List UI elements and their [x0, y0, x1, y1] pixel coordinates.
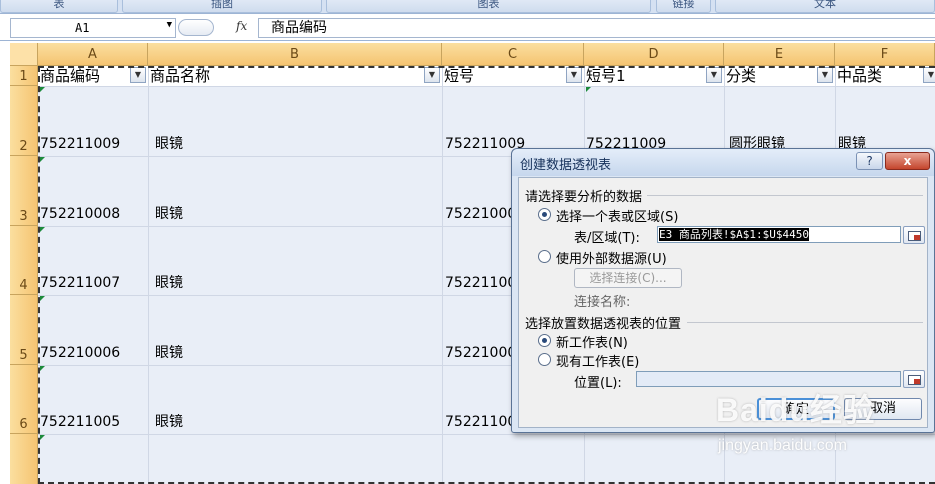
- error-indicator-icon: [40, 435, 45, 440]
- cell-e1[interactable]: 分类 ▼: [724, 66, 835, 86]
- chevron-down-icon[interactable]: ▼: [167, 20, 172, 30]
- cancel-button[interactable]: 取消: [844, 398, 922, 420]
- location-picker-icon[interactable]: [903, 370, 925, 388]
- range-input[interactable]: E3 商品列表!$A$1:$U$4450: [657, 226, 901, 243]
- select-all-corner[interactable]: [10, 43, 38, 66]
- cell-d1[interactable]: 短号1 ▼: [584, 66, 724, 86]
- formula-bar: A1 ▼ fx 商品编码: [0, 15, 935, 41]
- row-header-5[interactable]: 5: [10, 295, 38, 365]
- cell-b3[interactable]: 眼镜: [155, 206, 183, 223]
- filter-dropdown-icon[interactable]: ▼: [706, 67, 722, 83]
- cell-b2[interactable]: 眼镜: [155, 136, 183, 153]
- radio-existing-sheet-label[interactable]: 现有工作表(E): [556, 351, 639, 370]
- create-pivot-table-dialog: 创建数据透视表 ? x 请选择要分析的数据 选择一个表或区域(S) 表/区域(T…: [511, 148, 935, 433]
- location-label: 位置(L):: [574, 376, 622, 391]
- column-header-a[interactable]: A: [38, 43, 148, 66]
- ribbon-group-text[interactable]: 文本: [715, 0, 935, 13]
- column-header-e[interactable]: E: [724, 43, 835, 66]
- error-indicator-icon: [40, 227, 45, 232]
- cell-b6[interactable]: 眼镜: [155, 414, 183, 431]
- radio-external-source-label[interactable]: 使用外部数据源(U): [556, 248, 667, 267]
- error-indicator-icon: [40, 87, 45, 92]
- cell-a6[interactable]: 752211005: [40, 414, 120, 431]
- filter-dropdown-icon[interactable]: ▼: [424, 67, 440, 83]
- cell-a5[interactable]: 752210006: [40, 345, 120, 362]
- location-group-label: 选择放置数据透视表的位置: [525, 317, 682, 332]
- filter-dropdown-icon[interactable]: ▼: [566, 67, 582, 83]
- column-header-f[interactable]: F: [835, 43, 935, 66]
- ribbon: 表 插图 图表 链接 文本: [0, 0, 935, 14]
- dialog-title: 创建数据透视表: [520, 158, 612, 173]
- error-indicator-icon: [586, 87, 591, 92]
- cell-a1[interactable]: 商品编码 ▼: [38, 66, 148, 86]
- name-box[interactable]: A1 ▼: [10, 18, 176, 38]
- error-indicator-icon: [40, 296, 45, 301]
- cell-a3[interactable]: 752210008: [40, 206, 120, 223]
- radio-table-range-label[interactable]: 选择一个表或区域(S): [556, 206, 678, 225]
- ribbon-group-charts[interactable]: 图表: [326, 0, 651, 13]
- cell-a2[interactable]: 752211009: [40, 136, 120, 153]
- filter-dropdown-icon[interactable]: ▼: [817, 67, 833, 83]
- insert-function-icon[interactable]: fx: [236, 19, 247, 33]
- radio-table-range[interactable]: [538, 208, 551, 221]
- error-indicator-icon: [40, 366, 45, 371]
- column-header-c[interactable]: C: [442, 43, 584, 66]
- cell-b1[interactable]: 商品名称 ▼: [148, 66, 442, 86]
- row-header-1[interactable]: 1: [10, 66, 38, 86]
- column-header-b[interactable]: B: [148, 43, 442, 66]
- error-indicator-icon: [40, 157, 45, 162]
- filter-dropdown-icon[interactable]: ▼: [923, 67, 935, 83]
- ok-button[interactable]: 确定: [757, 398, 835, 420]
- cell-f1[interactable]: 中品类 ▼: [835, 66, 935, 86]
- column-header-d[interactable]: D: [584, 43, 724, 66]
- cell-b4[interactable]: 眼镜: [155, 275, 183, 292]
- cell-c1[interactable]: 短号 ▼: [442, 66, 584, 86]
- ribbon-group-links[interactable]: 链接: [656, 0, 711, 13]
- connection-name-label: 连接名称:: [574, 295, 631, 310]
- filter-dropdown-icon[interactable]: ▼: [130, 67, 146, 83]
- radio-new-sheet[interactable]: [538, 334, 551, 347]
- close-button[interactable]: x: [885, 152, 930, 170]
- dialog-title-bar[interactable]: 创建数据透视表 ? x: [512, 149, 934, 176]
- data-source-group-label: 请选择要分析的数据: [525, 190, 643, 205]
- row-header-4[interactable]: 4: [10, 226, 38, 295]
- formula-oval-handle[interactable]: [178, 19, 214, 36]
- ribbon-group-table[interactable]: 表: [0, 0, 118, 13]
- formula-input[interactable]: 商品编码: [258, 18, 935, 38]
- row-header-7[interactable]: [10, 434, 38, 484]
- radio-existing-sheet[interactable]: [538, 353, 551, 366]
- radio-new-sheet-label[interactable]: 新工作表(N): [556, 332, 628, 351]
- help-button[interactable]: ?: [856, 152, 883, 170]
- row-header-2[interactable]: 2: [10, 86, 38, 156]
- radio-external-source[interactable]: [538, 250, 551, 263]
- name-box-value: A1: [75, 21, 90, 35]
- cell-b5[interactable]: 眼镜: [155, 345, 183, 362]
- range-picker-icon[interactable]: [903, 226, 925, 244]
- formula-buttons: fx: [176, 18, 258, 38]
- dialog-body: 请选择要分析的数据 选择一个表或区域(S) 表/区域(T): E3 商品列表!$…: [518, 177, 928, 428]
- location-input[interactable]: [636, 371, 901, 387]
- ribbon-group-illustrations[interactable]: 插图: [122, 0, 322, 13]
- row-header-3[interactable]: 3: [10, 156, 38, 226]
- range-label: 表/区域(T):: [574, 231, 640, 246]
- cell-a4[interactable]: 752211007: [40, 275, 120, 292]
- row-header-6[interactable]: 6: [10, 365, 38, 434]
- choose-connection-button[interactable]: 选择连接(C)...: [574, 268, 682, 288]
